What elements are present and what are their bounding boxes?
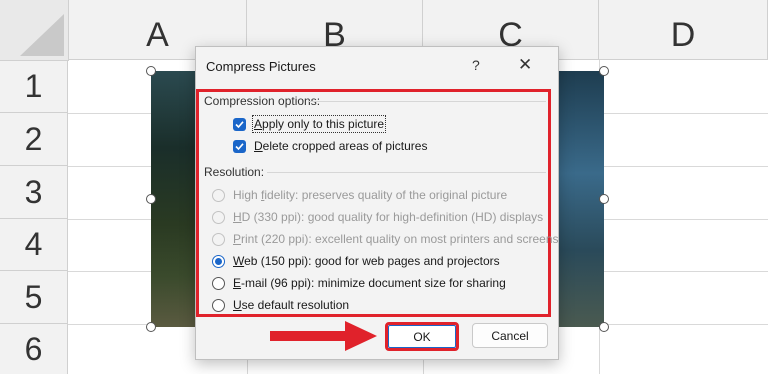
row-header-3[interactable]: 3: [0, 166, 68, 219]
separator: [267, 172, 546, 173]
default-resolution-label[interactable]: Use default resolution: [233, 298, 349, 312]
resize-handle-top-right[interactable]: [599, 66, 609, 76]
high-fidelity-label[interactable]: High fidelity: preserves quality of the …: [233, 188, 507, 202]
row-header-6[interactable]: 6: [0, 324, 68, 374]
check-icon: [235, 143, 244, 151]
delete-cropped-label[interactable]: Delete cropped areas of pictures: [254, 139, 427, 153]
radio-email-96[interactable]: [212, 277, 225, 290]
print-220-label[interactable]: Print (220 ppi): excellent quality on mo…: [233, 232, 559, 246]
email-96-label[interactable]: E-mail (96 ppi): minimize document size …: [233, 276, 506, 290]
delete-cropped-checkbox[interactable]: [233, 140, 246, 153]
check-icon: [235, 121, 244, 129]
column-header-d[interactable]: D: [599, 0, 768, 60]
radio-high-fidelity[interactable]: [212, 189, 225, 202]
annotation-arrow-head-icon: [345, 321, 377, 351]
row-header-5[interactable]: 5: [0, 271, 68, 324]
radio-default-resolution[interactable]: [212, 299, 225, 312]
radio-web-150[interactable]: [212, 255, 225, 268]
resize-handle-right[interactable]: [599, 194, 609, 204]
hd-330-label[interactable]: HD (330 ppi): good quality for high-defi…: [233, 210, 543, 224]
ok-button[interactable]: OK: [385, 322, 459, 351]
select-all-triangle-icon: [20, 14, 64, 56]
options-highlight-box: Compression options: Apply only to this …: [196, 89, 559, 317]
row-header-4[interactable]: 4: [0, 219, 68, 271]
close-icon[interactable]: ✕: [518, 55, 532, 75]
apply-only-label[interactable]: Apply only to this picture: [251, 115, 387, 133]
cancel-button[interactable]: Cancel: [472, 323, 548, 348]
resize-handle-bottom-right[interactable]: [599, 322, 609, 332]
apply-only-checkbox[interactable]: [233, 118, 246, 131]
radio-hd-330[interactable]: [212, 211, 225, 224]
radio-print-220[interactable]: [212, 233, 225, 246]
row-header-2[interactable]: 2: [0, 113, 68, 166]
resolution-header: Resolution:: [204, 165, 265, 179]
ok-button-label: OK: [388, 325, 456, 348]
web-150-label[interactable]: Web (150 ppi): good for web pages and pr…: [233, 254, 500, 268]
annotation-arrow-shaft: [270, 331, 348, 341]
compression-options-header: Compression options:: [204, 94, 321, 108]
help-button[interactable]: ?: [472, 57, 480, 73]
resize-handle-bottom-left[interactable]: [146, 322, 156, 332]
dialog-title: Compress Pictures: [206, 59, 316, 74]
resize-handle-top-left[interactable]: [146, 66, 156, 76]
row-header-1[interactable]: 1: [0, 61, 68, 113]
separator: [309, 101, 546, 102]
resize-handle-left[interactable]: [146, 194, 156, 204]
compress-pictures-dialog: Compress Pictures ? ✕ Compression option…: [195, 46, 559, 360]
